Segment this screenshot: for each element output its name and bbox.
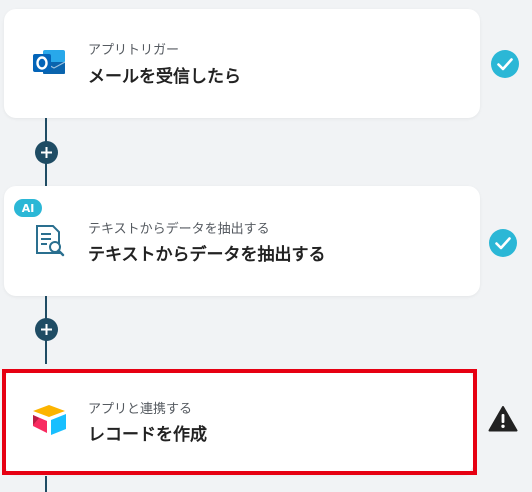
warning-icon [488,404,518,434]
flow-connector [45,476,47,492]
step-card-email-trigger[interactable]: アプリトリガー メールを受信したら [4,9,480,118]
step-title: メールを受信したら [88,67,241,87]
document-search-icon [29,221,69,261]
plus-icon [41,324,52,335]
step-category-label: アプリトリガー [88,43,180,58]
outlook-icon [29,43,69,83]
add-step-button[interactable] [35,141,58,164]
selected-step-highlight [2,369,477,475]
step-card-ai-extract[interactable]: テキストからデータを抽出する テキストからデータを抽出する [4,186,480,296]
add-step-button[interactable] [35,318,58,341]
flow-canvas: アプリトリガー メールを受信したら テキストからデータを抽出する テキストからデ… [0,0,532,492]
success-check-icon [488,228,518,258]
plus-icon [41,147,52,158]
success-check-icon [490,49,520,79]
step-category-label: テキストからデータを抽出する [88,222,270,237]
step-title: テキストからデータを抽出する [88,245,326,265]
ai-badge: AI [14,199,42,217]
